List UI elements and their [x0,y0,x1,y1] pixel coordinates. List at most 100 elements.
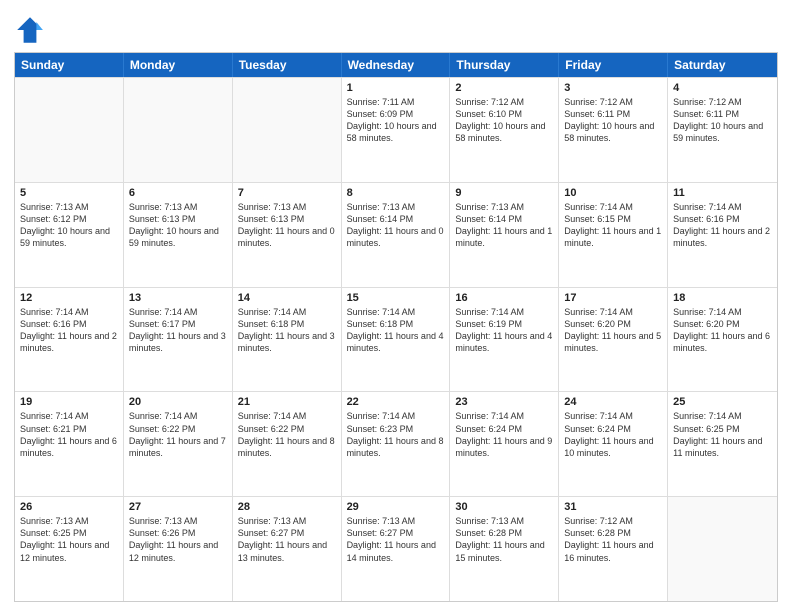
day-info: Sunrise: 7:12 AM Sunset: 6:11 PM Dayligh… [564,96,662,145]
week-row-2: 5 Sunrise: 7:13 AM Sunset: 6:12 PM Daylig… [15,182,777,287]
calendar-header: Sunday Monday Tuesday Wednesday Thursday… [15,53,777,77]
page: Sunday Monday Tuesday Wednesday Thursday… [0,0,792,612]
day-number: 31 [564,501,662,513]
day-cell-16: 16 Sunrise: 7:14 AM Sunset: 6:19 PM Dayli… [450,288,559,392]
day-info: Sunrise: 7:14 AM Sunset: 6:16 PM Dayligh… [673,201,772,250]
day-number: 18 [673,292,772,304]
day-number: 19 [20,396,118,408]
day-info: Sunrise: 7:12 AM Sunset: 6:11 PM Dayligh… [673,96,772,145]
day-number: 12 [20,292,118,304]
day-info: Sunrise: 7:14 AM Sunset: 6:24 PM Dayligh… [455,410,553,459]
day-cell-15: 15Sunrise: 7:14 AM Sunset: 6:18 PM Dayli… [342,288,451,392]
day-info: Sunrise: 7:14 AM Sunset: 6:19 PM Dayligh… [455,306,553,355]
day-info: Sunrise: 7:14 AM Sunset: 6:25 PM Dayligh… [673,410,772,459]
day-info: Sunrise: 7:13 AM Sunset: 6:13 PM Dayligh… [238,201,336,250]
header-monday: Monday [124,53,233,77]
calendar: Sunday Monday Tuesday Wednesday Thursday… [14,52,778,602]
day-cell-8: 8Sunrise: 7:13 AM Sunset: 6:14 PM Daylig… [342,183,451,287]
day-number: 14 [238,292,336,304]
day-info: Sunrise: 7:14 AM Sunset: 6:24 PM Dayligh… [564,410,662,459]
day-number: 24 [564,396,662,408]
week-row-5: 26 Sunrise: 7:13 AM Sunset: 6:25 PM Dayli… [15,496,777,601]
empty-cell-0-1 [124,78,233,182]
day-cell-14: 14 Sunrise: 7:14 AM Sunset: 6:18 PM Dayli… [233,288,342,392]
day-number: 9 [455,187,553,199]
day-number: 21 [238,396,336,408]
day-cell-12: 12 Sunrise: 7:14 AM Sunset: 6:16 PM Dayli… [15,288,124,392]
logo [14,14,50,46]
day-cell-6: 6Sunrise: 7:13 AM Sunset: 6:13 PM Daylig… [124,183,233,287]
header [14,10,778,46]
day-cell-19: 19 Sunrise: 7:14 AM Sunset: 6:21 PM Dayli… [15,392,124,496]
day-number: 11 [673,187,772,199]
day-info: Sunrise: 7:14 AM Sunset: 6:22 PM Dayligh… [129,410,227,459]
day-info: Sunrise: 7:12 AM Sunset: 6:10 PM Dayligh… [455,96,553,145]
day-cell-20: 20 Sunrise: 7:14 AM Sunset: 6:22 PM Dayli… [124,392,233,496]
day-cell-18: 18 Sunrise: 7:14 AM Sunset: 6:20 PM Dayli… [668,288,777,392]
empty-cell-4-6 [668,497,777,601]
day-number: 2 [455,82,553,94]
day-info: Sunrise: 7:14 AM Sunset: 6:22 PM Dayligh… [238,410,336,459]
day-number: 30 [455,501,553,513]
day-cell-3: 3 Sunrise: 7:12 AM Sunset: 6:11 PM Daylig… [559,78,668,182]
day-info: Sunrise: 7:13 AM Sunset: 6:28 PM Dayligh… [455,515,553,564]
day-number: 28 [238,501,336,513]
day-info: Sunrise: 7:13 AM Sunset: 6:14 PM Dayligh… [455,201,553,250]
day-info: Sunrise: 7:14 AM Sunset: 6:23 PM Dayligh… [347,410,445,459]
day-number: 27 [129,501,227,513]
empty-cell-0-2 [233,78,342,182]
day-number: 26 [20,501,118,513]
day-number: 3 [564,82,662,94]
day-number: 4 [673,82,772,94]
day-number: 17 [564,292,662,304]
day-info: Sunrise: 7:14 AM Sunset: 6:17 PM Dayligh… [129,306,227,355]
day-number: 16 [455,292,553,304]
header-tuesday: Tuesday [233,53,342,77]
day-number: 23 [455,396,553,408]
day-number: 10 [564,187,662,199]
day-info: Sunrise: 7:12 AM Sunset: 6:28 PM Dayligh… [564,515,662,564]
day-info: Sunrise: 7:13 AM Sunset: 6:25 PM Dayligh… [20,515,118,564]
header-sunday: Sunday [15,53,124,77]
day-info: Sunrise: 7:14 AM Sunset: 6:16 PM Dayligh… [20,306,118,355]
day-number: 20 [129,396,227,408]
day-info: Sunrise: 7:14 AM Sunset: 6:18 PM Dayligh… [347,306,445,355]
week-row-3: 12 Sunrise: 7:14 AM Sunset: 6:16 PM Dayli… [15,287,777,392]
day-cell-9: 9 Sunrise: 7:13 AM Sunset: 6:14 PM Daylig… [450,183,559,287]
day-info: Sunrise: 7:13 AM Sunset: 6:27 PM Dayligh… [238,515,336,564]
calendar-body: 1 Sunrise: 7:11 AM Sunset: 6:09 PM Daylig… [15,77,777,601]
week-row-4: 19 Sunrise: 7:14 AM Sunset: 6:21 PM Dayli… [15,391,777,496]
day-number: 13 [129,292,227,304]
day-number: 22 [347,396,445,408]
header-friday: Friday [559,53,668,77]
day-info: Sunrise: 7:13 AM Sunset: 6:27 PM Dayligh… [347,515,445,564]
header-wednesday: Wednesday [342,53,451,77]
week-row-1: 1 Sunrise: 7:11 AM Sunset: 6:09 PM Daylig… [15,77,777,182]
day-cell-7: 7Sunrise: 7:13 AM Sunset: 6:13 PM Daylig… [233,183,342,287]
day-info: Sunrise: 7:14 AM Sunset: 6:20 PM Dayligh… [564,306,662,355]
day-number: 5 [20,187,118,199]
day-info: Sunrise: 7:13 AM Sunset: 6:12 PM Dayligh… [20,201,118,250]
day-number: 1 [347,82,445,94]
day-cell-22: 22 Sunrise: 7:14 AM Sunset: 6:23 PM Dayli… [342,392,451,496]
day-cell-27: 27 Sunrise: 7:13 AM Sunset: 6:26 PM Dayli… [124,497,233,601]
day-cell-4: 4 Sunrise: 7:12 AM Sunset: 6:11 PM Daylig… [668,78,777,182]
day-info: Sunrise: 7:13 AM Sunset: 6:26 PM Dayligh… [129,515,227,564]
logo-icon [14,14,46,46]
day-info: Sunrise: 7:14 AM Sunset: 6:18 PM Dayligh… [238,306,336,355]
day-info: Sunrise: 7:14 AM Sunset: 6:20 PM Dayligh… [673,306,772,355]
empty-cell-0-0 [15,78,124,182]
day-number: 29 [347,501,445,513]
day-cell-10: 10 Sunrise: 7:14 AM Sunset: 6:15 PM Dayli… [559,183,668,287]
day-cell-23: 23 Sunrise: 7:14 AM Sunset: 6:24 PM Dayli… [450,392,559,496]
day-cell-31: 31 Sunrise: 7:12 AM Sunset: 6:28 PM Dayli… [559,497,668,601]
day-info: Sunrise: 7:13 AM Sunset: 6:13 PM Dayligh… [129,201,227,250]
day-cell-11: 11 Sunrise: 7:14 AM Sunset: 6:16 PM Dayli… [668,183,777,287]
day-info: Sunrise: 7:14 AM Sunset: 6:15 PM Dayligh… [564,201,662,250]
day-cell-17: 17 Sunrise: 7:14 AM Sunset: 6:20 PM Dayli… [559,288,668,392]
day-info: Sunrise: 7:11 AM Sunset: 6:09 PM Dayligh… [347,96,445,145]
day-cell-28: 28 Sunrise: 7:13 AM Sunset: 6:27 PM Dayli… [233,497,342,601]
header-saturday: Saturday [668,53,777,77]
day-cell-26: 26 Sunrise: 7:13 AM Sunset: 6:25 PM Dayli… [15,497,124,601]
day-info: Sunrise: 7:14 AM Sunset: 6:21 PM Dayligh… [20,410,118,459]
